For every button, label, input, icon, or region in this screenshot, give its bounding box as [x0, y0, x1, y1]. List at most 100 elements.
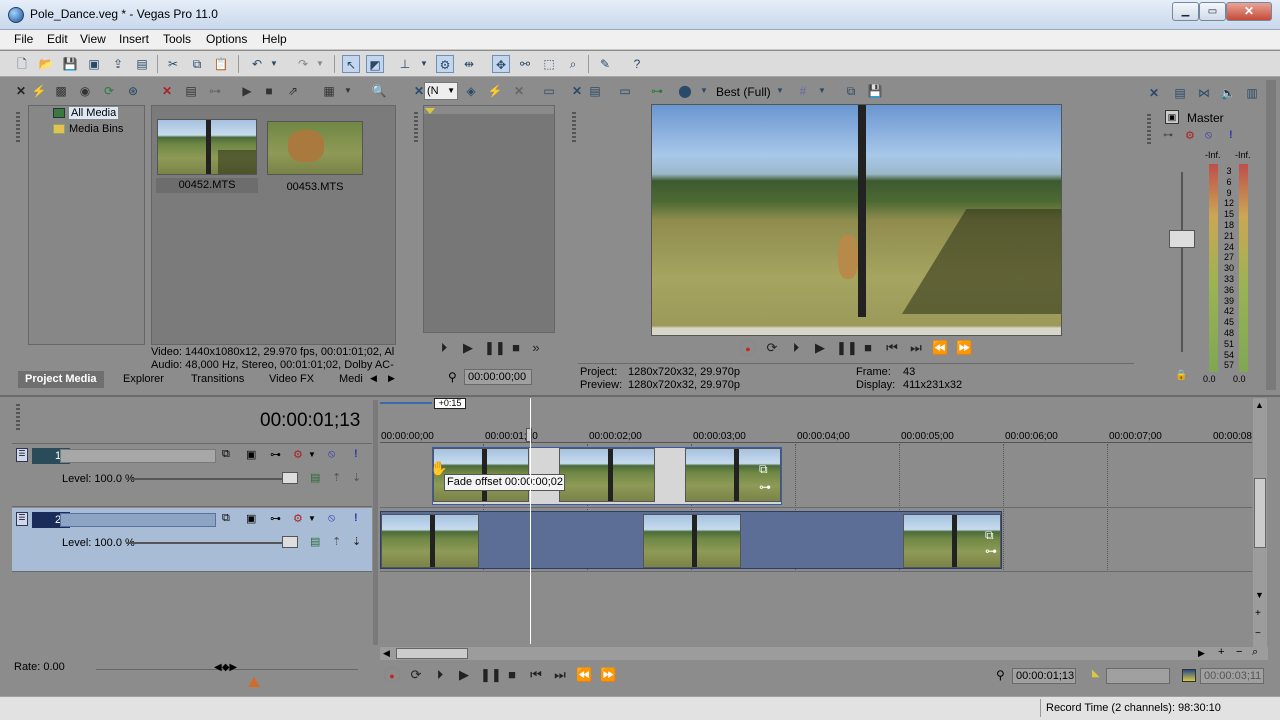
make-compositing-child-icon[interactable]: ▣ [246, 448, 256, 461]
close-preview-icon[interactable]: ✕ [568, 82, 586, 100]
loop-region-bar[interactable] [380, 402, 432, 404]
tab-scroll-left-icon[interactable]: ◀ [370, 373, 377, 384]
expand-up-icon[interactable]: ⇡ [332, 471, 341, 484]
play-from-start-icon[interactable]: ⏵ [436, 340, 452, 356]
media-filename-00452[interactable]: 00452.MTS [156, 178, 258, 193]
remove-media-icon[interactable]: ✕ [158, 82, 176, 100]
expand-down-icon[interactable]: ⇣ [352, 471, 361, 484]
close-mixer-icon[interactable]: ✕ [1145, 84, 1163, 102]
tab-project-media[interactable]: Project Media [18, 371, 104, 388]
trimmer-media-dropdown[interactable]: (N ▼ [424, 82, 458, 100]
solo-icon[interactable]: ! [354, 512, 358, 524]
menu-options[interactable]: Options [206, 32, 247, 46]
composite-mode-icon[interactable]: ⧉ [222, 448, 230, 461]
track-minimize-icon[interactable]: ☰ [16, 512, 28, 526]
fx-dropdown-icon[interactable]: ▼ [308, 450, 316, 459]
zoom-out-time-icon[interactable]: − [1236, 646, 1242, 658]
preview-frame[interactable] [651, 104, 1062, 336]
edit-tool-icon[interactable]: ↖ [342, 55, 360, 73]
menu-tools[interactable]: Tools [163, 32, 191, 46]
zoom-in-time-icon[interactable]: + [1218, 646, 1224, 658]
zoom-in-vertical-icon[interactable]: + [1255, 608, 1261, 619]
level-slider-handle[interactable] [282, 472, 298, 484]
external-monitor-icon[interactable]: ▭ [616, 82, 634, 100]
selection-start-field[interactable] [1106, 668, 1170, 684]
menu-help[interactable]: Help [262, 32, 287, 46]
trimmer-display[interactable] [423, 105, 555, 333]
auto-preview-icon[interactable]: ⇗ [284, 82, 302, 100]
copy-snapshot-icon[interactable]: ⧉ [842, 82, 860, 100]
play-from-start-icon[interactable]: ⏵ [432, 667, 448, 683]
envelope-tool-icon[interactable]: ◩ [366, 55, 384, 73]
media-thumbnail-00453[interactable] [267, 121, 363, 175]
go-to-start-icon[interactable]: ⏮ [528, 667, 544, 683]
master-fx-icon[interactable]: ⚙ [1185, 129, 1195, 142]
media-filename-00453[interactable]: 00453.MTS [267, 181, 363, 193]
previous-frame-icon[interactable]: ⏪ [576, 667, 592, 683]
master-fader-handle[interactable] [1169, 230, 1195, 248]
zoom-tool-icon[interactable]: ⌕ [1252, 646, 1258, 659]
tab-scroll-right-icon[interactable]: ▶ [388, 373, 395, 384]
trimmer-monitor-icon[interactable]: ▭ [540, 82, 558, 100]
play-media-icon[interactable]: ▶ [238, 82, 256, 100]
render-icon[interactable]: ⇪ [109, 55, 127, 73]
fx-dropdown-icon[interactable]: ▼ [308, 514, 316, 523]
more-icon[interactable]: » [528, 340, 544, 356]
overlays-dropdown-icon[interactable]: ▼ [816, 82, 828, 100]
expand-up-icon[interactable]: ⇡ [332, 535, 341, 548]
quality-dropdown-icon[interactable]: ▼ [774, 82, 786, 100]
event-fx-icon[interactable]: ⊶ [985, 544, 997, 558]
mute-icon[interactable]: ⦸ [328, 448, 335, 461]
event-pan-crop-icon[interactable]: ⧉ [759, 462, 768, 477]
ignore-grouping-icon[interactable]: ⚯ [516, 55, 534, 73]
bus-fx-icon[interactable]: ⊶ [1163, 130, 1173, 141]
zoom-tool-icon[interactable]: ⌕ [564, 55, 582, 73]
views-icon[interactable]: ▦ [320, 82, 338, 100]
stop-icon[interactable]: ■ [508, 340, 524, 356]
panel-grip[interactable] [414, 112, 418, 142]
auto-ripple-icon[interactable]: ⚙ [436, 55, 454, 73]
trimmer-clear-icon[interactable]: ✕ [510, 82, 528, 100]
get-media-icon[interactable]: ◉ [76, 82, 94, 100]
horizontal-scrollbar[interactable]: ◀ ▶ + − ⌕ [380, 646, 1268, 660]
video-fx-icon[interactable]: ⊶ [648, 82, 666, 100]
close-window-icon[interactable]: ✕ [12, 82, 30, 100]
pause-icon[interactable]: ❚❚ [480, 667, 502, 683]
copy-icon[interactable]: ⧉ [188, 55, 206, 73]
magic-wand-icon[interactable]: ✎ [596, 55, 614, 73]
split-screen-icon[interactable]: ⬤ [676, 82, 694, 100]
overlays-icon[interactable]: # [794, 82, 812, 100]
timeline-splitter[interactable] [0, 395, 1280, 397]
expand-down-icon[interactable]: ⇣ [352, 535, 361, 548]
capture-icon[interactable]: ▩ [52, 82, 70, 100]
vegas-app-icon[interactable] [8, 7, 24, 23]
refresh-icon[interactable]: ⟳ [100, 82, 118, 100]
paste-icon[interactable]: 📋 [212, 55, 230, 73]
record-icon[interactable]: ● [740, 340, 756, 356]
menu-file[interactable]: File [14, 32, 33, 46]
project-timecode[interactable]: 00:00:01;13 [260, 410, 360, 432]
media-properties-icon[interactable]: ▤ [182, 82, 200, 100]
play-icon[interactable]: ▶ [456, 667, 472, 683]
track-fx-icon[interactable]: ⚙ [293, 512, 303, 525]
tab-video-fx[interactable]: Video FX [262, 371, 321, 388]
snap-dropdown-icon[interactable]: ▼ [418, 55, 430, 73]
envelope-icon[interactable]: ▤ [310, 535, 320, 548]
play-from-start-icon[interactable]: ⏵ [788, 340, 804, 356]
redo-icon[interactable]: ↷ [294, 55, 312, 73]
minimize-button[interactable]: ▁ [1172, 2, 1199, 21]
lock-icon[interactable]: 🔒 [1175, 370, 1187, 381]
track-header-2[interactable]: ☰ 2 ⧉ ▣ ⊶ ⚙ ▼ ⦸ ! Level: 100.0 % ▤ ⇡ ⇣ [12, 508, 372, 572]
go-to-end-icon[interactable]: ⏭ [552, 667, 568, 683]
track2-video-event[interactable]: ⧉ ⊶ [380, 511, 1002, 569]
pause-icon[interactable]: ❚❚ [836, 340, 858, 356]
track-motion-icon[interactable]: ⊶ [270, 448, 281, 461]
trimmer-lightning-icon[interactable]: ⚡ [486, 82, 504, 100]
scroll-right-icon[interactable]: ▶ [1198, 648, 1205, 659]
go-to-start-icon[interactable]: ⏮ [884, 340, 900, 356]
play-icon[interactable]: ▶ [812, 340, 828, 356]
meter-options-icon[interactable]: ▥ [1243, 84, 1261, 102]
lock-envelopes-icon[interactable]: ✥ [492, 55, 510, 73]
track-header-1[interactable]: ☰ 1 ⧉ ▣ ⊶ ⚙ ▼ ⦸ ! Level: 100.0 % ▤ ⇡ ⇣ [12, 443, 372, 507]
scroll-thumb[interactable] [1254, 478, 1266, 548]
